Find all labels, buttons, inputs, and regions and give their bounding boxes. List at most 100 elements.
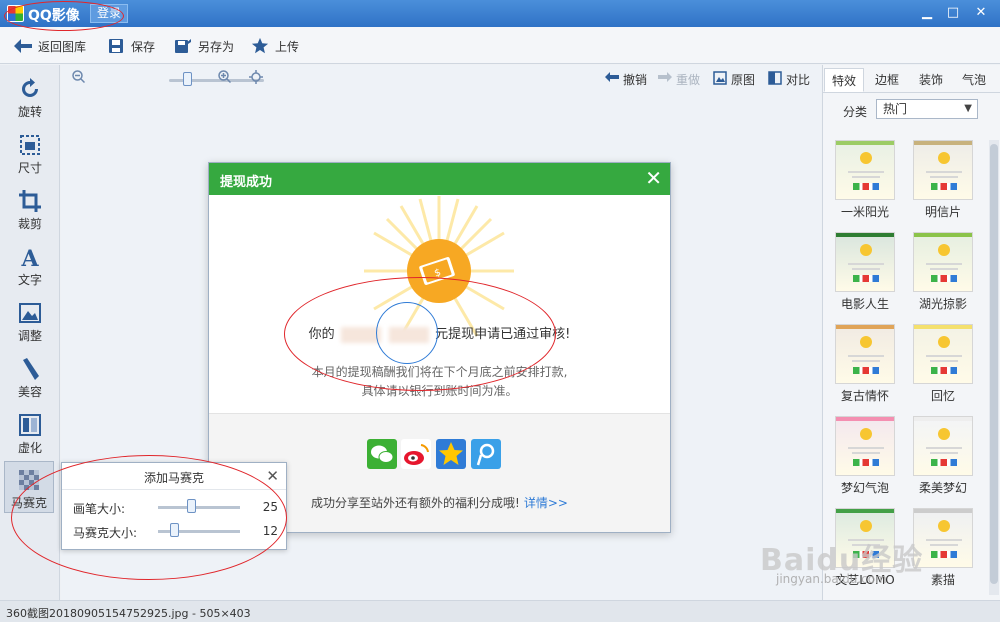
coin-icon bbox=[938, 152, 950, 164]
main-toolbar: 返回图库 保存 另存为 上传 bbox=[0, 27, 1000, 64]
tab-effects[interactable]: 特效 bbox=[824, 68, 864, 92]
tool-blur[interactable]: 虚化 bbox=[0, 407, 60, 459]
maximize-button[interactable]: □ bbox=[943, 4, 963, 22]
template-line bbox=[930, 360, 958, 362]
compare-button[interactable]: 对比 bbox=[768, 71, 810, 88]
template-accent bbox=[914, 233, 972, 237]
tool-rotate[interactable]: 旋转 bbox=[0, 71, 60, 123]
template-line bbox=[930, 176, 958, 178]
brush-size-thumb[interactable] bbox=[186, 499, 196, 513]
brush-size-label: 画笔大小: bbox=[73, 502, 126, 516]
svg-text:A: A bbox=[20, 246, 39, 269]
zoom-in-icon[interactable] bbox=[218, 70, 232, 87]
coin-icon bbox=[860, 152, 872, 164]
upload-button[interactable]: 上传 bbox=[251, 35, 299, 57]
template-line bbox=[926, 447, 962, 449]
redo-button[interactable]: 重做 bbox=[658, 71, 700, 88]
template-item[interactable]: 柔美梦幻 bbox=[913, 416, 973, 496]
template-item[interactable]: 湖光掠影 bbox=[913, 232, 973, 312]
coin-icon bbox=[938, 244, 950, 256]
template-line bbox=[852, 452, 880, 454]
tool-blur-label: 虚化 bbox=[17, 441, 42, 455]
tab-decorations[interactable]: 装饰 bbox=[911, 68, 951, 92]
template-item[interactable]: 复古情怀 bbox=[835, 324, 895, 404]
tab-bubbles[interactable]: 气泡 bbox=[954, 68, 994, 92]
template-accent bbox=[914, 325, 972, 329]
template-grid: 一米阳光 明信片 电影人生 湖光掠影 复古情怀 回忆 梦幻气泡 柔美梦幻 文艺LOMO 素描 bbox=[823, 128, 989, 600]
mosaic-size-thumb[interactable] bbox=[170, 523, 180, 537]
template-item[interactable]: 梦幻气泡 bbox=[835, 416, 895, 496]
save-as-label: 另存为 bbox=[198, 39, 235, 54]
template-item[interactable]: 电影人生 bbox=[835, 232, 895, 312]
category-select[interactable]: 热门 ▼ bbox=[876, 99, 978, 119]
fit-screen-icon[interactable] bbox=[249, 70, 263, 88]
back-to-library-button[interactable]: 返回图库 bbox=[14, 35, 86, 57]
tool-crop[interactable]: 裁剪 bbox=[0, 183, 60, 235]
app-logo-icon bbox=[7, 5, 24, 22]
dialog-close-icon[interactable]: ✕ bbox=[645, 167, 662, 189]
save-as-button[interactable]: 另存为 bbox=[174, 35, 234, 57]
tool-size[interactable]: 尺寸 bbox=[0, 127, 60, 179]
left-tool-panel: 旋转 尺寸 裁剪 A 文字 调整 美容 虚化 马赛克 bbox=[0, 65, 60, 600]
tool-size-label: 尺寸 bbox=[17, 161, 42, 175]
tool-mosaic[interactable]: 马赛克 bbox=[4, 461, 54, 513]
mosaic-panel-close-icon[interactable]: ✕ bbox=[266, 467, 279, 485]
share-icons-strip bbox=[853, 367, 879, 374]
template-scrollbar-thumb[interactable] bbox=[990, 144, 998, 584]
withdraw-message: 你的 元提现申请已通过审核! bbox=[209, 323, 670, 343]
brush-size-value: 25 bbox=[262, 500, 278, 514]
undo-button[interactable]: 撤销 bbox=[605, 71, 647, 88]
adjust-icon bbox=[19, 303, 41, 323]
close-window-button[interactable]: ✕ bbox=[971, 4, 991, 22]
template-line bbox=[926, 171, 962, 173]
tool-crop-label: 裁剪 bbox=[17, 217, 42, 231]
template-accent bbox=[836, 233, 894, 237]
coin-icon bbox=[860, 244, 872, 256]
crop-icon bbox=[19, 190, 41, 212]
tool-mosaic-label: 马赛克 bbox=[10, 496, 47, 510]
tool-text[interactable]: A 文字 bbox=[0, 239, 60, 291]
brush-size-track[interactable] bbox=[158, 506, 240, 509]
login-button[interactable]: 登录 bbox=[90, 4, 128, 23]
message-suffix: 元提现申请已通过审核! bbox=[435, 327, 571, 342]
coin-icon bbox=[860, 520, 872, 532]
share-icons-strip bbox=[931, 367, 957, 374]
template-line bbox=[926, 355, 962, 357]
template-name: 梦幻气泡 bbox=[840, 481, 889, 495]
template-preview bbox=[835, 324, 895, 384]
save-button[interactable]: 保存 bbox=[107, 35, 155, 57]
tool-adjust[interactable]: 调整 bbox=[0, 295, 60, 347]
tool-rotate-label: 旋转 bbox=[17, 105, 42, 119]
message-prefix: 你的 bbox=[308, 327, 335, 342]
save-as-icon bbox=[174, 37, 192, 55]
compare-label: 对比 bbox=[786, 73, 811, 87]
template-accent bbox=[836, 325, 894, 329]
wechat-share-icon[interactable] bbox=[367, 439, 397, 469]
zoom-out-icon[interactable] bbox=[72, 70, 86, 87]
details-link[interactable]: 详情>> bbox=[524, 496, 568, 510]
tool-beauty[interactable]: 美容 bbox=[0, 351, 60, 403]
withdraw-note: 本月的提现稿酬我们将在下个月底之前安排打款, 具体请以银行到账时间为准。 bbox=[209, 363, 670, 401]
template-preview bbox=[913, 324, 973, 384]
zoom-slider-thumb[interactable] bbox=[183, 72, 192, 86]
qzone-share-icon[interactable] bbox=[436, 439, 466, 469]
weibo-share-icon[interactable] bbox=[401, 439, 431, 469]
tab-borders[interactable]: 边框 bbox=[867, 68, 907, 92]
minimize-button[interactable]: ▁ bbox=[917, 4, 937, 22]
share-icons-strip bbox=[931, 275, 957, 282]
arrow-left-icon bbox=[14, 37, 32, 55]
share-icons-strip bbox=[931, 459, 957, 466]
template-line bbox=[848, 171, 884, 173]
template-item[interactable]: 一米阳光 bbox=[835, 140, 895, 220]
redo-icon bbox=[658, 72, 672, 87]
redacted-username bbox=[340, 326, 381, 343]
template-item[interactable]: 回忆 bbox=[913, 324, 973, 404]
coin-icon bbox=[938, 336, 950, 348]
template-preview bbox=[835, 416, 895, 476]
template-item[interactable]: 明信片 bbox=[913, 140, 973, 220]
tencent-weibo-share-icon[interactable] bbox=[471, 439, 501, 469]
template-scrollbar[interactable] bbox=[989, 140, 999, 595]
original-image-button[interactable]: 原图 bbox=[713, 71, 755, 88]
template-line bbox=[930, 452, 958, 454]
coin-icon bbox=[860, 336, 872, 348]
